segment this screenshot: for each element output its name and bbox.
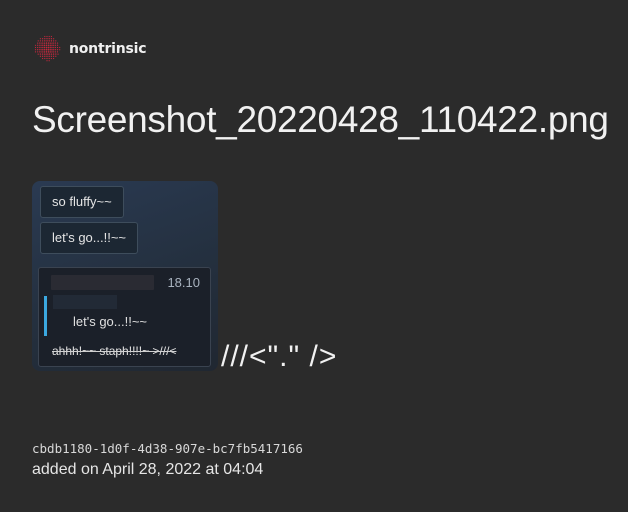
- dotted-sphere-icon: [34, 35, 61, 62]
- page-title: Screenshot_20220428_110422.png: [32, 99, 609, 140]
- file-added-date: added on April 28, 2022 at 04:04: [32, 461, 264, 478]
- reply-accent-bar: [44, 296, 47, 336]
- message-card: 18.10 let's go...!!~~ ahhh!~~ staph!!!!~…: [38, 267, 211, 367]
- reply-text: let's go...!!~~: [73, 314, 148, 329]
- brand[interactable]: nontrinsic: [34, 35, 147, 62]
- overflow-text: ///<"." />: [221, 340, 338, 373]
- message-text: ahhh!~~ staph!!!!~ >///<: [52, 344, 177, 358]
- screenshot-preview[interactable]: so fluffy~~ let's go...!!~~ 18.10 let's …: [32, 181, 218, 371]
- message-time: 18.10: [167, 275, 200, 290]
- file-uuid: cbdb1180-1d0f-4d38-907e-bc7fb5417166: [32, 441, 303, 456]
- redacted-reply-name: [53, 295, 117, 309]
- chat-bubble: let's go...!!~~: [40, 222, 139, 254]
- chat-bubble: so fluffy~~: [40, 186, 124, 218]
- brand-name: nontrinsic: [69, 40, 147, 57]
- redacted-sender-name: [51, 275, 154, 290]
